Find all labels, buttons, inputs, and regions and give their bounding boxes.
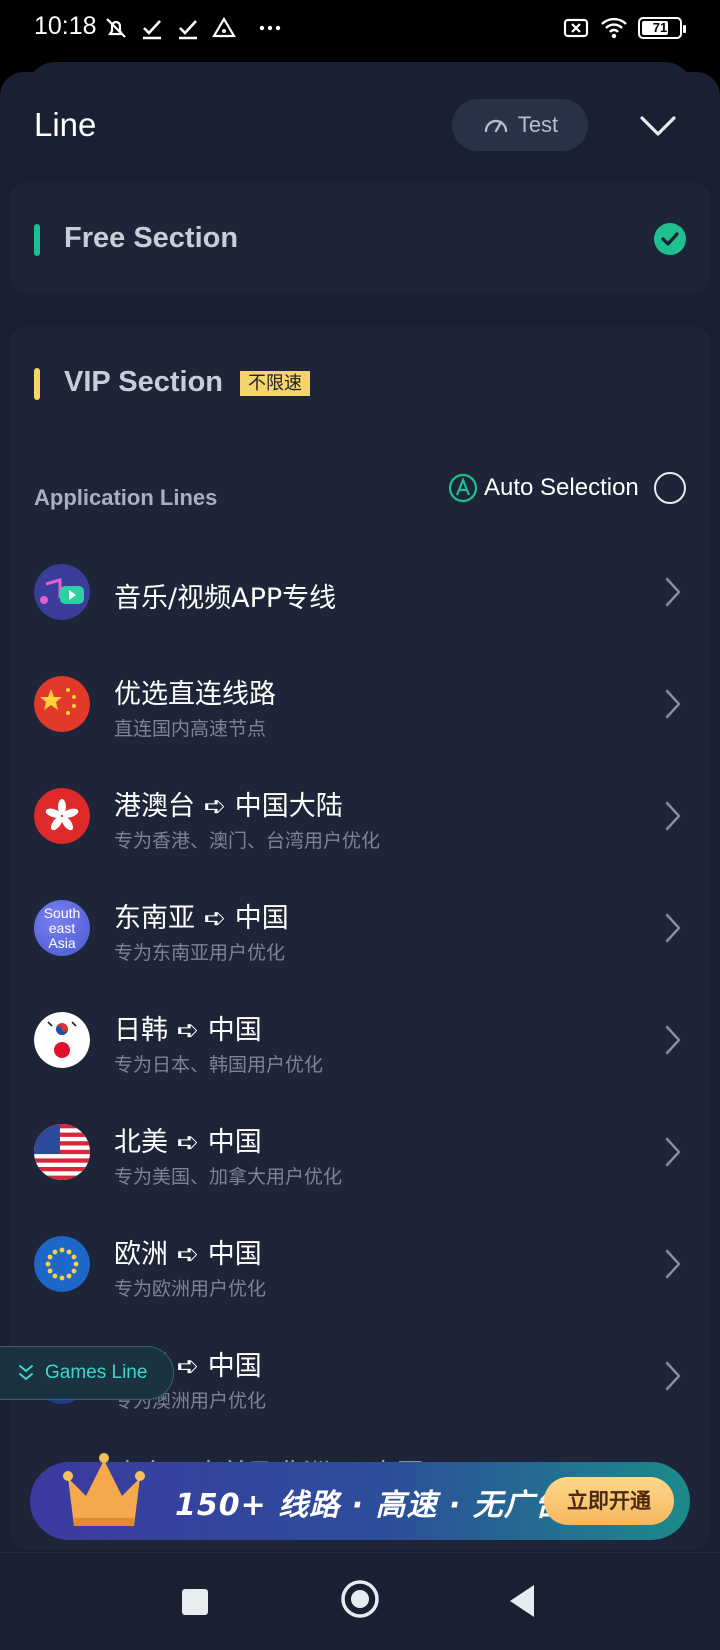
chevron-right-icon <box>665 1249 681 1279</box>
mute-icon <box>106 18 126 38</box>
speedometer-icon <box>484 119 508 133</box>
promo-text: 150+ 线路 · 高速 · 无广告 <box>175 1488 566 1523</box>
list-item-title: 日韩 ➪ 中国 <box>114 1015 262 1046</box>
wifi-icon <box>601 17 627 39</box>
more-icon <box>259 25 281 31</box>
home-icon[interactable] <box>340 1579 380 1619</box>
list-item-subtitle: 专为东南亚用户优化 <box>114 942 286 964</box>
status-icons-left <box>102 12 284 44</box>
test-button[interactable]: Test <box>452 99 588 151</box>
system-nav-bar <box>0 1552 720 1650</box>
list-item-title: 欧洲 ➪ 中国 <box>114 1239 262 1270</box>
check-icon <box>179 20 197 40</box>
battery-icon: 71 <box>638 17 686 39</box>
double-chevron-down-icon <box>19 1365 33 1381</box>
test-button-label: Test <box>517 112 559 137</box>
battery-text: 71 <box>652 20 668 35</box>
list-item[interactable]: South east Asia 东南亚 ➪ 中国 专为东南亚用户优化 <box>0 872 720 984</box>
list-item-subtitle: 专为美国、加拿大用户优化 <box>114 1166 343 1188</box>
list-item[interactable]: 优选直连线路 直连国内高速节点 <box>0 648 720 760</box>
hong-kong-flag-icon <box>34 788 90 844</box>
check-icon <box>143 20 161 40</box>
application-lines-label: Application Lines <box>34 485 218 510</box>
selected-check-icon <box>654 223 686 255</box>
subscribe-button[interactable]: 立即开通 <box>544 1477 674 1525</box>
list-item-subtitle: 直连国内高速节点 <box>114 718 267 740</box>
list-item-title: 港澳台 ➪ 中国大陆 <box>114 791 343 822</box>
auto-selection-label: Auto Selection <box>484 474 639 501</box>
eu-flag-icon <box>34 1236 90 1292</box>
chevron-right-icon <box>665 1137 681 1167</box>
cloud-alert-icon <box>212 16 236 38</box>
list-item-title: 优选直连线路 <box>114 679 276 710</box>
chevron-right-icon <box>665 1361 681 1391</box>
vip-section-accent <box>34 368 40 400</box>
status-icons-right: 71 <box>562 12 686 44</box>
free-section-title: Free Section <box>64 222 239 254</box>
list-item-title: 东南亚 ➪ 中国 <box>114 903 289 934</box>
southeast-asia-icon-text: South east Asia <box>43 904 81 951</box>
list-item[interactable]: 日韩 ➪ 中国 专为日本、韩国用户优化 <box>0 984 720 1096</box>
free-section-accent <box>34 224 40 256</box>
list-item[interactable]: 港澳台 ➪ 中国大陆 专为香港、澳门、台湾用户优化 <box>0 760 720 872</box>
unlimited-speed-badge: 不限速 <box>240 371 310 396</box>
chevron-right-icon <box>665 689 681 719</box>
list-item[interactable]: 音乐/视频APP专线 <box>0 536 720 648</box>
vip-promo-banner[interactable]: 150+ 线路 · 高速 · 无广告 立即开通 <box>30 1453 690 1540</box>
music-video-icon <box>34 564 90 620</box>
auto-selection[interactable]: Auto Selection <box>448 471 639 505</box>
list-item-title: 北美 ➪ 中国 <box>114 1127 262 1158</box>
list-item[interactable]: 欧洲 ➪ 中国 专为欧洲用户优化 <box>0 1208 720 1320</box>
chevron-right-icon <box>665 913 681 943</box>
us-flag-icon <box>34 1124 90 1180</box>
games-line-label: Games Line <box>45 1362 148 1383</box>
chevron-right-icon <box>665 1025 681 1055</box>
recents-icon[interactable] <box>180 1587 210 1617</box>
list-item-title: 音乐/视频APP专线 <box>114 583 337 614</box>
page-title: Line <box>34 106 97 143</box>
auto-selection-radio[interactable] <box>654 472 686 504</box>
vip-section-title: VIP Section <box>64 366 224 398</box>
china-flag-icon <box>34 676 90 732</box>
games-line-button[interactable]: Games Line <box>0 1346 174 1400</box>
list-item[interactable]: 北美 ➪ 中国 专为美国、加拿大用户优化 <box>0 1096 720 1208</box>
chevron-down-icon[interactable] <box>636 110 680 142</box>
list-item-subtitle: 专为香港、澳门、台湾用户优化 <box>114 830 381 852</box>
list-item-subtitle: 专为日本、韩国用户优化 <box>114 1054 324 1076</box>
chevron-right-icon <box>665 801 681 831</box>
chevron-right-icon <box>665 577 681 607</box>
crown-icon <box>63 1453 145 1526</box>
status-bar: 10:18 71 <box>0 0 720 56</box>
japan-korea-flag-icon <box>34 1012 90 1068</box>
list-item-subtitle: 专为欧洲用户优化 <box>114 1278 267 1300</box>
auto-icon <box>448 473 478 503</box>
back-icon[interactable] <box>506 1583 538 1619</box>
sim-none-icon <box>563 18 589 38</box>
status-time: 10:18 <box>34 12 97 40</box>
southeast-asia-icon: South east Asia <box>34 900 90 956</box>
